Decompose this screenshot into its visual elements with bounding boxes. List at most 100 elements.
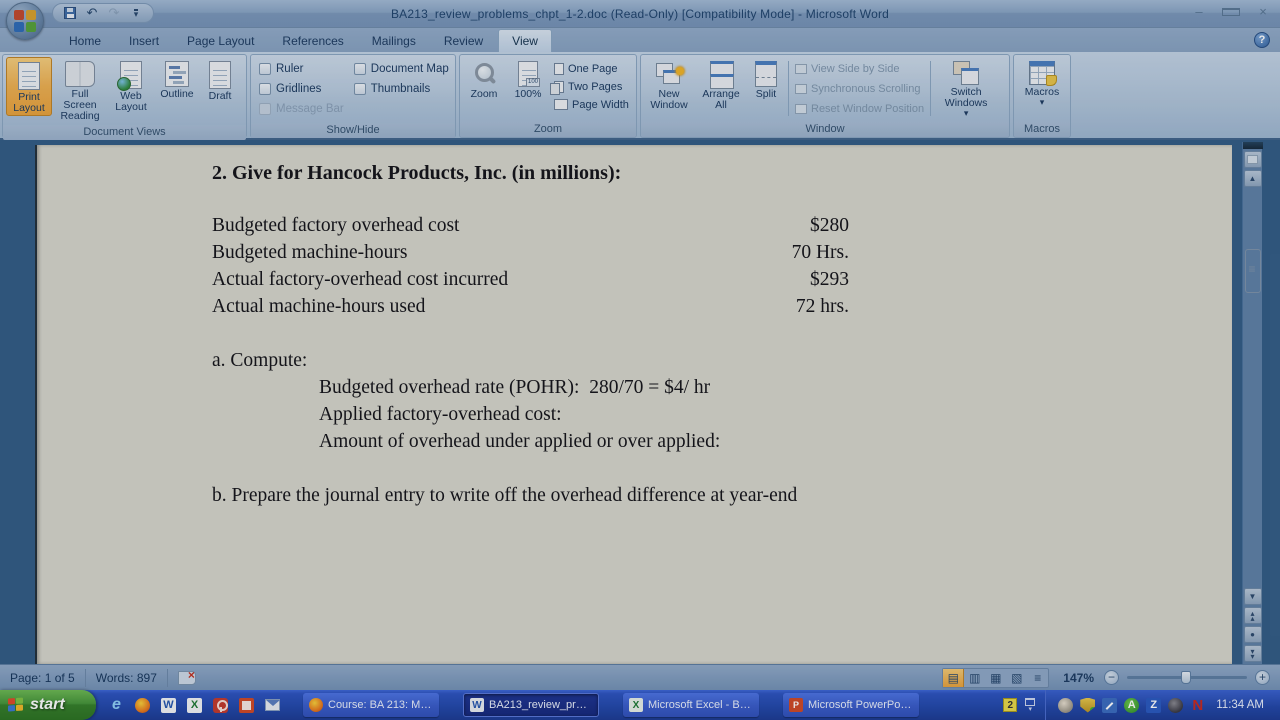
zoom-100-button[interactable]: 100 100%: [507, 57, 549, 101]
start-button[interactable]: start: [0, 690, 96, 720]
shield-tray-icon[interactable]: [1080, 698, 1095, 713]
taskbar-button-word[interactable]: W BA213_review_probl...: [463, 693, 599, 717]
window-glyph: [1025, 698, 1035, 706]
taskbar-button-browser[interactable]: Course: BA 213: Man...: [303, 693, 439, 717]
desktop-toolbar-icon[interactable]: ▾: [1025, 698, 1035, 712]
thumbnails-checkbox[interactable]: Thumbnails: [354, 79, 449, 99]
split-handle[interactable]: [1243, 142, 1263, 149]
new-window-button[interactable]: New Window: [644, 57, 694, 112]
zoom-in-button[interactable]: +: [1255, 670, 1270, 685]
internet-explorer-icon[interactable]: e: [108, 697, 125, 714]
macros-button[interactable]: Macros ▾: [1017, 57, 1067, 107]
outline-button[interactable]: Outline: [154, 57, 200, 101]
zoom-level[interactable]: 147%: [1063, 671, 1094, 685]
zoom-button[interactable]: Zoom: [463, 57, 505, 101]
restore-button[interactable]: [1222, 4, 1240, 19]
task-button-label: BA213_review_probl...: [489, 699, 592, 711]
doc-row-label: Budgeted factory overhead cost: [212, 212, 719, 239]
one-page-button[interactable]: One Page: [551, 61, 632, 76]
scroll-up-button[interactable]: ▲: [1244, 170, 1262, 187]
switch-windows-button[interactable]: Switch Windows ▾: [935, 57, 997, 118]
full-screen-reading-button[interactable]: Full Screen Reading: [52, 57, 108, 123]
office-logo-icon: [26, 10, 36, 20]
draft-button[interactable]: Draft: [200, 57, 240, 103]
mail-app-icon[interactable]: [264, 697, 281, 714]
full-screen-reading-icon: [65, 61, 95, 87]
tab-review[interactable]: Review: [431, 30, 496, 52]
taskbar-clock[interactable]: 11:34 AM: [1212, 699, 1272, 711]
previous-page-button[interactable]: ▴▴: [1244, 607, 1262, 624]
taskbar-button-powerpoint[interactable]: P Microsoft PowerPoint ...: [783, 693, 919, 717]
note-2-icon[interactable]: 2: [1003, 698, 1017, 712]
globe-tray-icon[interactable]: [1058, 698, 1073, 713]
outline-icon: [165, 61, 189, 87]
web-layout-view-button[interactable]: ▦: [985, 669, 1006, 687]
quick-launch-bar: e W X: [96, 697, 291, 714]
outline-view-button[interactable]: ▧: [1006, 669, 1027, 687]
print-layout-button[interactable]: Print Layout: [6, 57, 52, 116]
page-indicator[interactable]: Page: 1 of 5: [0, 669, 86, 687]
word-glyph: W: [161, 698, 176, 713]
word-count[interactable]: Words: 897: [86, 669, 168, 687]
doc-row-value: $280: [719, 212, 849, 239]
tab-mailings[interactable]: Mailings: [359, 30, 429, 52]
excel-launch-icon[interactable]: X: [186, 697, 203, 714]
help-button[interactable]: ?: [1254, 32, 1270, 48]
z-app-tray-icon[interactable]: Z: [1146, 698, 1161, 713]
document-page[interactable]: 2. Give for Hancock Products, Inc. (in m…: [35, 145, 1232, 664]
ruler-toggle-button[interactable]: [1244, 151, 1262, 168]
full-screen-view-button[interactable]: ▥: [964, 669, 985, 687]
zoom-out-button[interactable]: −: [1104, 670, 1119, 685]
tray-area: 2 ▾ A Z N 11:34 AM: [993, 690, 1280, 720]
split-button[interactable]: Split: [748, 57, 784, 101]
firefox-icon[interactable]: [134, 697, 151, 714]
zoom-slider-thumb[interactable]: [1181, 671, 1191, 684]
print-layout-view-button[interactable]: ▤: [943, 669, 964, 687]
key-app-icon[interactable]: [212, 697, 229, 714]
tab-view[interactable]: View: [498, 29, 552, 52]
tab-insert[interactable]: Insert: [116, 30, 172, 52]
web-layout-button[interactable]: Web Layout: [108, 57, 154, 114]
restore-icon: [1222, 8, 1240, 16]
office-button[interactable]: [6, 2, 44, 40]
button-label: Arrange All: [699, 89, 743, 111]
task-button-label: Microsoft Excel - BA2...: [648, 699, 753, 711]
document-map-checkbox[interactable]: Document Map: [354, 59, 449, 79]
draft-view-button[interactable]: ≡: [1027, 669, 1048, 687]
split-icon: [755, 61, 777, 87]
window-title: BA213_review_problems_chpt_1-2.doc (Read…: [0, 0, 1280, 28]
gridlines-checkbox[interactable]: Gridlines: [259, 79, 344, 99]
taskbar-button-excel[interactable]: X Microsoft Excel - BA2...: [623, 693, 759, 717]
arrange-all-button[interactable]: Arrange All: [696, 57, 746, 112]
close-button[interactable]: ×: [1254, 4, 1272, 19]
antivirus-tray-icon[interactable]: A: [1124, 698, 1139, 713]
tab-home[interactable]: Home: [56, 30, 114, 52]
red-app-icon[interactable]: [238, 697, 255, 714]
new-window-icon: [656, 61, 682, 87]
scrollbar-track[interactable]: [1244, 187, 1262, 586]
tools-tray-icon[interactable]: [1102, 698, 1117, 713]
ruler-checkbox[interactable]: Ruler: [259, 59, 344, 79]
novell-tray-icon[interactable]: N: [1190, 698, 1205, 713]
vertical-scrollbar: ▲ ▼ ▴▴ ● ▾▾: [1242, 142, 1262, 664]
start-label: start: [30, 696, 65, 714]
button-label: Zoom: [471, 89, 498, 100]
proofing-status-icon[interactable]: ×: [178, 671, 196, 685]
select-browse-object-button[interactable]: ●: [1244, 626, 1262, 643]
page-width-button[interactable]: Page Width: [551, 97, 632, 112]
status-orb-tray-icon[interactable]: [1168, 698, 1183, 713]
scroll-down-button[interactable]: ▼: [1244, 588, 1262, 605]
two-pages-button[interactable]: Two Pages: [551, 79, 632, 94]
windows-flag-icon: [8, 697, 24, 713]
tab-page-layout[interactable]: Page Layout: [174, 30, 267, 52]
minimize-button[interactable]: –: [1190, 4, 1208, 19]
button-label: Synchronous Scrolling: [811, 83, 920, 95]
button-label: Two Pages: [568, 81, 622, 93]
scrollbar-thumb[interactable]: [1245, 249, 1261, 293]
word-launch-icon[interactable]: W: [160, 697, 177, 714]
next-page-button[interactable]: ▾▾: [1244, 645, 1262, 662]
zoom-slider[interactable]: [1127, 676, 1247, 679]
tab-references[interactable]: References: [269, 30, 356, 52]
page-width-icon: [554, 99, 568, 110]
group-label: Zoom: [460, 122, 636, 137]
